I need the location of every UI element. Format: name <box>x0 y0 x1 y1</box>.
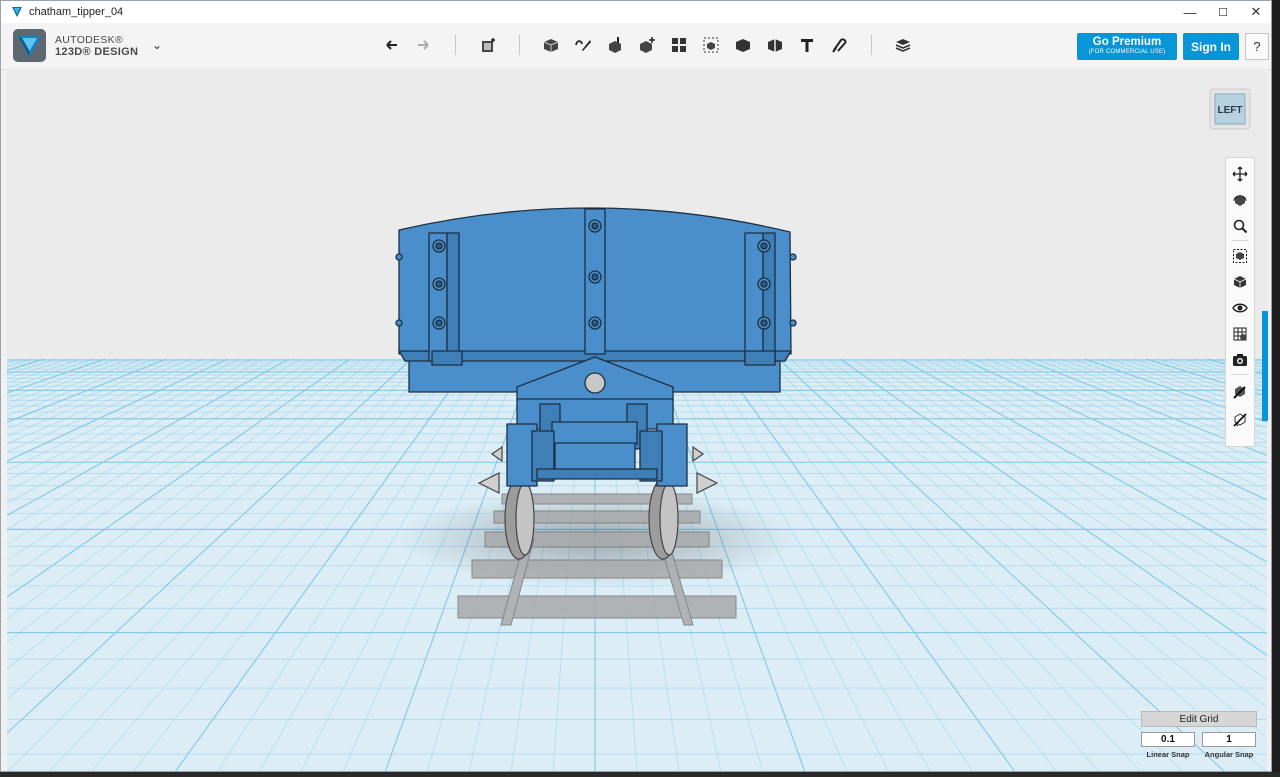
side-panel-tab[interactable] <box>1262 311 1268 421</box>
fit-icon[interactable] <box>1230 246 1250 266</box>
title-bar: chatham_tipper_04 — ☐ ✕ <box>1 1 1271 23</box>
redo-icon[interactable] <box>409 31 437 59</box>
brand-line1: AUTODESK® <box>55 34 124 46</box>
undo-icon[interactable] <box>378 31 406 59</box>
sketch-icon[interactable] <box>569 31 597 59</box>
snap-icon[interactable] <box>825 31 853 59</box>
go-premium-button[interactable]: Go Premium (FOR COMMERCIAL USE) <box>1077 33 1177 60</box>
snap-tool-icon[interactable] <box>1230 382 1250 402</box>
premium-label: Go Premium <box>1092 36 1162 48</box>
angular-snap-field[interactable]: 1 <box>1202 732 1256 747</box>
help-button[interactable]: ? <box>1245 33 1269 60</box>
close-button[interactable]: ✕ <box>1239 1 1271 23</box>
desktop-edge <box>1272 0 1280 777</box>
zoom-icon[interactable] <box>1230 216 1250 236</box>
primitives-icon[interactable] <box>537 31 565 59</box>
toolbar-divider <box>871 35 872 55</box>
grid-settings-panel: Edit Grid 0.1 1 Linear Snap Angular Snap <box>1141 711 1257 763</box>
app-menu-chevron-down-icon[interactable]: ⌄ <box>152 38 162 52</box>
scene-canvas <box>7 69 1267 771</box>
nav-divider <box>1231 374 1249 375</box>
track-model <box>457 493 737 626</box>
brand-line2: 123D® DESIGN <box>55 46 139 58</box>
brand-name[interactable]: AUTODESK® 123D® DESIGN <box>55 34 138 58</box>
transform-icon[interactable] <box>474 31 502 59</box>
toolbar-divider <box>519 35 520 55</box>
visibility-icon[interactable] <box>1230 298 1250 318</box>
minimize-button[interactable]: — <box>1173 1 1207 23</box>
orbit-icon[interactable] <box>1230 190 1250 210</box>
measure-icon[interactable] <box>761 31 789 59</box>
view-cube-label: LEFT <box>1218 105 1243 116</box>
view-cube[interactable]: LEFT <box>1209 88 1251 130</box>
text-icon[interactable] <box>793 31 821 59</box>
toolbar-divider <box>455 35 456 55</box>
view-mode-icon[interactable] <box>1230 272 1250 292</box>
navigation-bar <box>1225 157 1255 447</box>
desktop-taskbar-edge <box>0 772 1280 777</box>
combine-icon[interactable] <box>729 31 757 59</box>
nav-divider <box>1231 240 1249 241</box>
maximize-button[interactable]: ☐ <box>1206 1 1240 23</box>
app-logo-icon[interactable] <box>13 29 46 62</box>
linear-snap-field[interactable]: 0.1 <box>1141 732 1195 747</box>
app-icon <box>12 7 22 17</box>
3d-viewport[interactable]: LEFT Edit Grid 0.1 1 Linear Snap Angular… <box>7 69 1267 771</box>
window-title: chatham_tipper_04 <box>29 6 124 18</box>
main-toolbar: AUTODESK® 123D® DESIGN ⌄ Go Premium (FOR… <box>1 23 1271 70</box>
grouping-icon[interactable] <box>697 31 725 59</box>
modify-icon[interactable] <box>633 31 661 59</box>
app-window: chatham_tipper_04 — ☐ ✕ AUTODESK® 123D® … <box>0 0 1272 772</box>
screenshot-icon[interactable] <box>1230 350 1250 370</box>
material-grid-icon[interactable] <box>1230 324 1250 344</box>
pan-icon[interactable] <box>1230 164 1250 184</box>
edit-grid-button[interactable]: Edit Grid <box>1141 711 1257 727</box>
material-icon[interactable] <box>889 31 917 59</box>
measure-tool-icon[interactable] <box>1230 410 1250 430</box>
sign-in-button[interactable]: Sign In <box>1183 33 1239 60</box>
premium-sublabel: (FOR COMMERCIAL USE) <box>1088 49 1166 55</box>
construct-icon[interactable] <box>601 31 629 59</box>
linear-snap-label: Linear Snap <box>1146 750 1190 759</box>
pattern-icon[interactable] <box>665 31 693 59</box>
angular-snap-label: Angular Snap <box>1204 750 1254 759</box>
